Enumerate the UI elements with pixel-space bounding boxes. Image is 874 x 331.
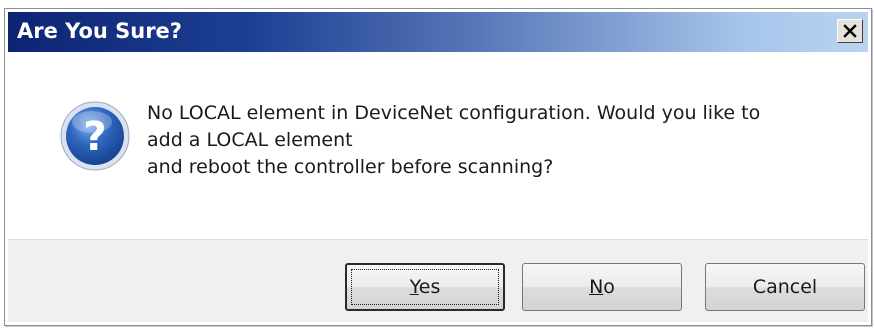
cancel-label: Cancel: [752, 276, 818, 298]
svg-text:?: ?: [83, 114, 106, 160]
dialog-content: ? No LOCAL element in DeviceNet configur…: [8, 52, 868, 239]
cancel-button[interactable]: Cancel: [705, 263, 865, 311]
dialog-message: No LOCAL element in DeviceNet configurat…: [147, 100, 847, 181]
close-icon: [843, 24, 857, 38]
message-line: No LOCAL element in DeviceNet configurat…: [147, 102, 761, 124]
button-bar: Yes No Cancel: [8, 239, 868, 322]
message-line: and reboot the controller before scannin…: [147, 156, 554, 178]
yes-button[interactable]: Yes: [345, 263, 505, 311]
confirm-dialog: Are You Sure? ? No LOCAL element in Devi…: [4, 8, 872, 326]
no-button[interactable]: No: [522, 263, 682, 311]
close-button[interactable]: [837, 19, 863, 43]
message-line: add a LOCAL element: [147, 129, 353, 151]
question-icon: ?: [60, 101, 130, 171]
focus-ring: [351, 269, 499, 305]
title-bar[interactable]: Are You Sure?: [8, 12, 868, 52]
dialog-title: Are You Sure?: [17, 19, 182, 43]
no-label: No: [589, 276, 615, 298]
